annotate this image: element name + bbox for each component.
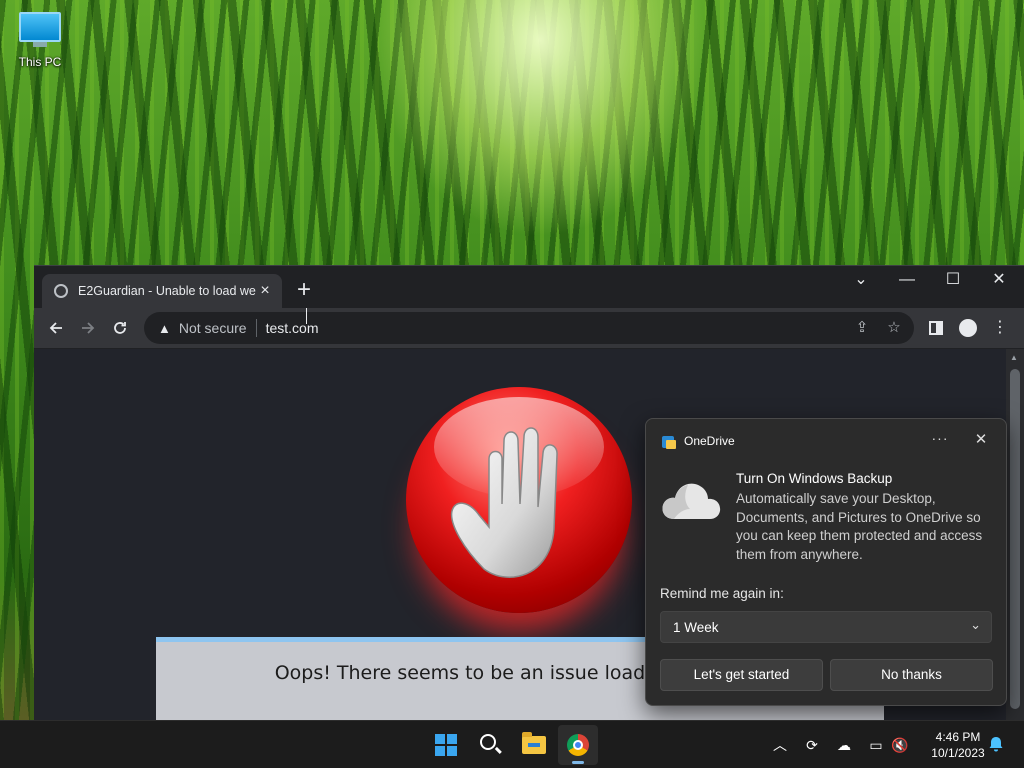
desktop-icon-label: This PC — [18, 55, 62, 69]
active-indicator — [572, 761, 584, 764]
stop-hand-icon — [406, 387, 632, 613]
back-button[interactable] — [40, 312, 72, 344]
taskbar: ︿ ⟳ ☁ ▭ 🔇 4:46 PM 10/1/2023 — [0, 720, 1024, 768]
new-tab-button[interactable]: + — [292, 276, 316, 304]
side-panel-button[interactable] — [920, 312, 952, 344]
onedrive-icon[interactable]: ☁ — [834, 735, 854, 755]
start-icon — [435, 734, 457, 756]
file-explorer-icon — [522, 732, 546, 754]
volume-muted-icon[interactable]: 🔇 — [890, 735, 910, 755]
chevron-up-icon[interactable]: ︿ — [770, 735, 790, 755]
notification-heading: Turn On Windows Backup — [736, 471, 893, 486]
share-icon[interactable]: ⇪ — [848, 312, 876, 344]
more-options-button[interactable]: ··· — [928, 430, 952, 446]
profile-button[interactable] — [952, 312, 984, 344]
hand-icon — [450, 427, 558, 578]
chevron-down-icon: ⌄ — [970, 617, 981, 632]
file-explorer-button[interactable] — [514, 725, 554, 765]
no-thanks-button[interactable]: No thanks — [830, 659, 993, 691]
lets-get-started-button[interactable]: Let's get started — [660, 659, 823, 691]
cloud-icon — [662, 483, 721, 519]
notification-app-name: OneDrive — [684, 434, 735, 448]
sync-icon[interactable]: ⟳ — [802, 735, 822, 755]
close-window-button[interactable]: ✕ — [976, 266, 1022, 296]
onedrive-notification[interactable]: OneDrive ··· ✕ Turn On Windows Backup Au… — [645, 418, 1007, 706]
network-icon[interactable]: ▭ — [866, 735, 886, 755]
search-button[interactable] — [470, 725, 510, 765]
remind-interval-select[interactable]: 1 Week ⌄ — [660, 611, 992, 643]
minimize-button[interactable]: — — [884, 266, 930, 296]
address-bar[interactable]: ▲ Not secure test.com ⇪ ☆ — [144, 312, 914, 344]
bookmark-star-icon[interactable]: ☆ — [880, 312, 908, 344]
text-cursor-icon — [306, 308, 312, 324]
reload-icon — [114, 322, 126, 334]
warning-icon[interactable]: ▲ — [158, 321, 171, 336]
desktop-icon-this-pc[interactable]: This PC — [14, 8, 66, 69]
forward-arrow-icon — [82, 322, 95, 334]
maximize-button[interactable]: ☐ — [930, 266, 976, 296]
close-notification-button[interactable]: ✕ — [970, 430, 992, 448]
clock-time: 4:46 PM — [935, 730, 981, 744]
side-panel-icon — [929, 321, 943, 335]
start-button[interactable] — [426, 725, 466, 765]
tab-strip: E2Guardian - Unable to load web page × +… — [34, 266, 1024, 308]
onedrive-app-icon — [662, 436, 676, 449]
tab-search-button[interactable]: ⌄ — [838, 266, 884, 296]
scroll-up-icon[interactable]: ▲ — [1010, 353, 1018, 362]
globe-icon — [54, 284, 68, 298]
clock-date: 10/1/2023 — [931, 746, 985, 760]
search-icon — [480, 734, 496, 750]
page-scrollbar[interactable]: ▲ — [1006, 349, 1024, 721]
reload-button[interactable] — [104, 312, 136, 344]
remind-label: Remind me again in: — [660, 586, 784, 601]
close-tab-icon[interactable]: × — [256, 282, 274, 300]
not-secure-label[interactable]: Not secure — [179, 320, 247, 336]
browser-tab[interactable]: E2Guardian - Unable to load web page × — [42, 274, 282, 308]
chrome-icon — [567, 734, 589, 756]
this-pc-icon — [19, 12, 61, 42]
browser-toolbar: ▲ Not secure test.com ⇪ ☆ ⋮ — [34, 308, 1024, 348]
clock[interactable]: 4:46 PM 10/1/2023 — [918, 729, 998, 761]
scrollbar-thumb[interactable] — [1010, 369, 1020, 709]
tab-title: E2Guardian - Unable to load web page — [78, 284, 256, 298]
forward-button[interactable] — [72, 312, 104, 344]
notification-bell-icon[interactable] — [987, 735, 1005, 753]
remind-interval-value: 1 Week — [673, 620, 719, 635]
chrome-taskbar-button[interactable] — [558, 725, 598, 765]
back-arrow-icon — [49, 322, 62, 334]
profile-avatar-icon — [959, 319, 977, 337]
kebab-menu-icon: ⋮ — [992, 319, 1008, 336]
notification-body: Automatically save your Desktop, Documen… — [736, 491, 983, 562]
menu-button[interactable]: ⋮ — [984, 312, 1016, 344]
